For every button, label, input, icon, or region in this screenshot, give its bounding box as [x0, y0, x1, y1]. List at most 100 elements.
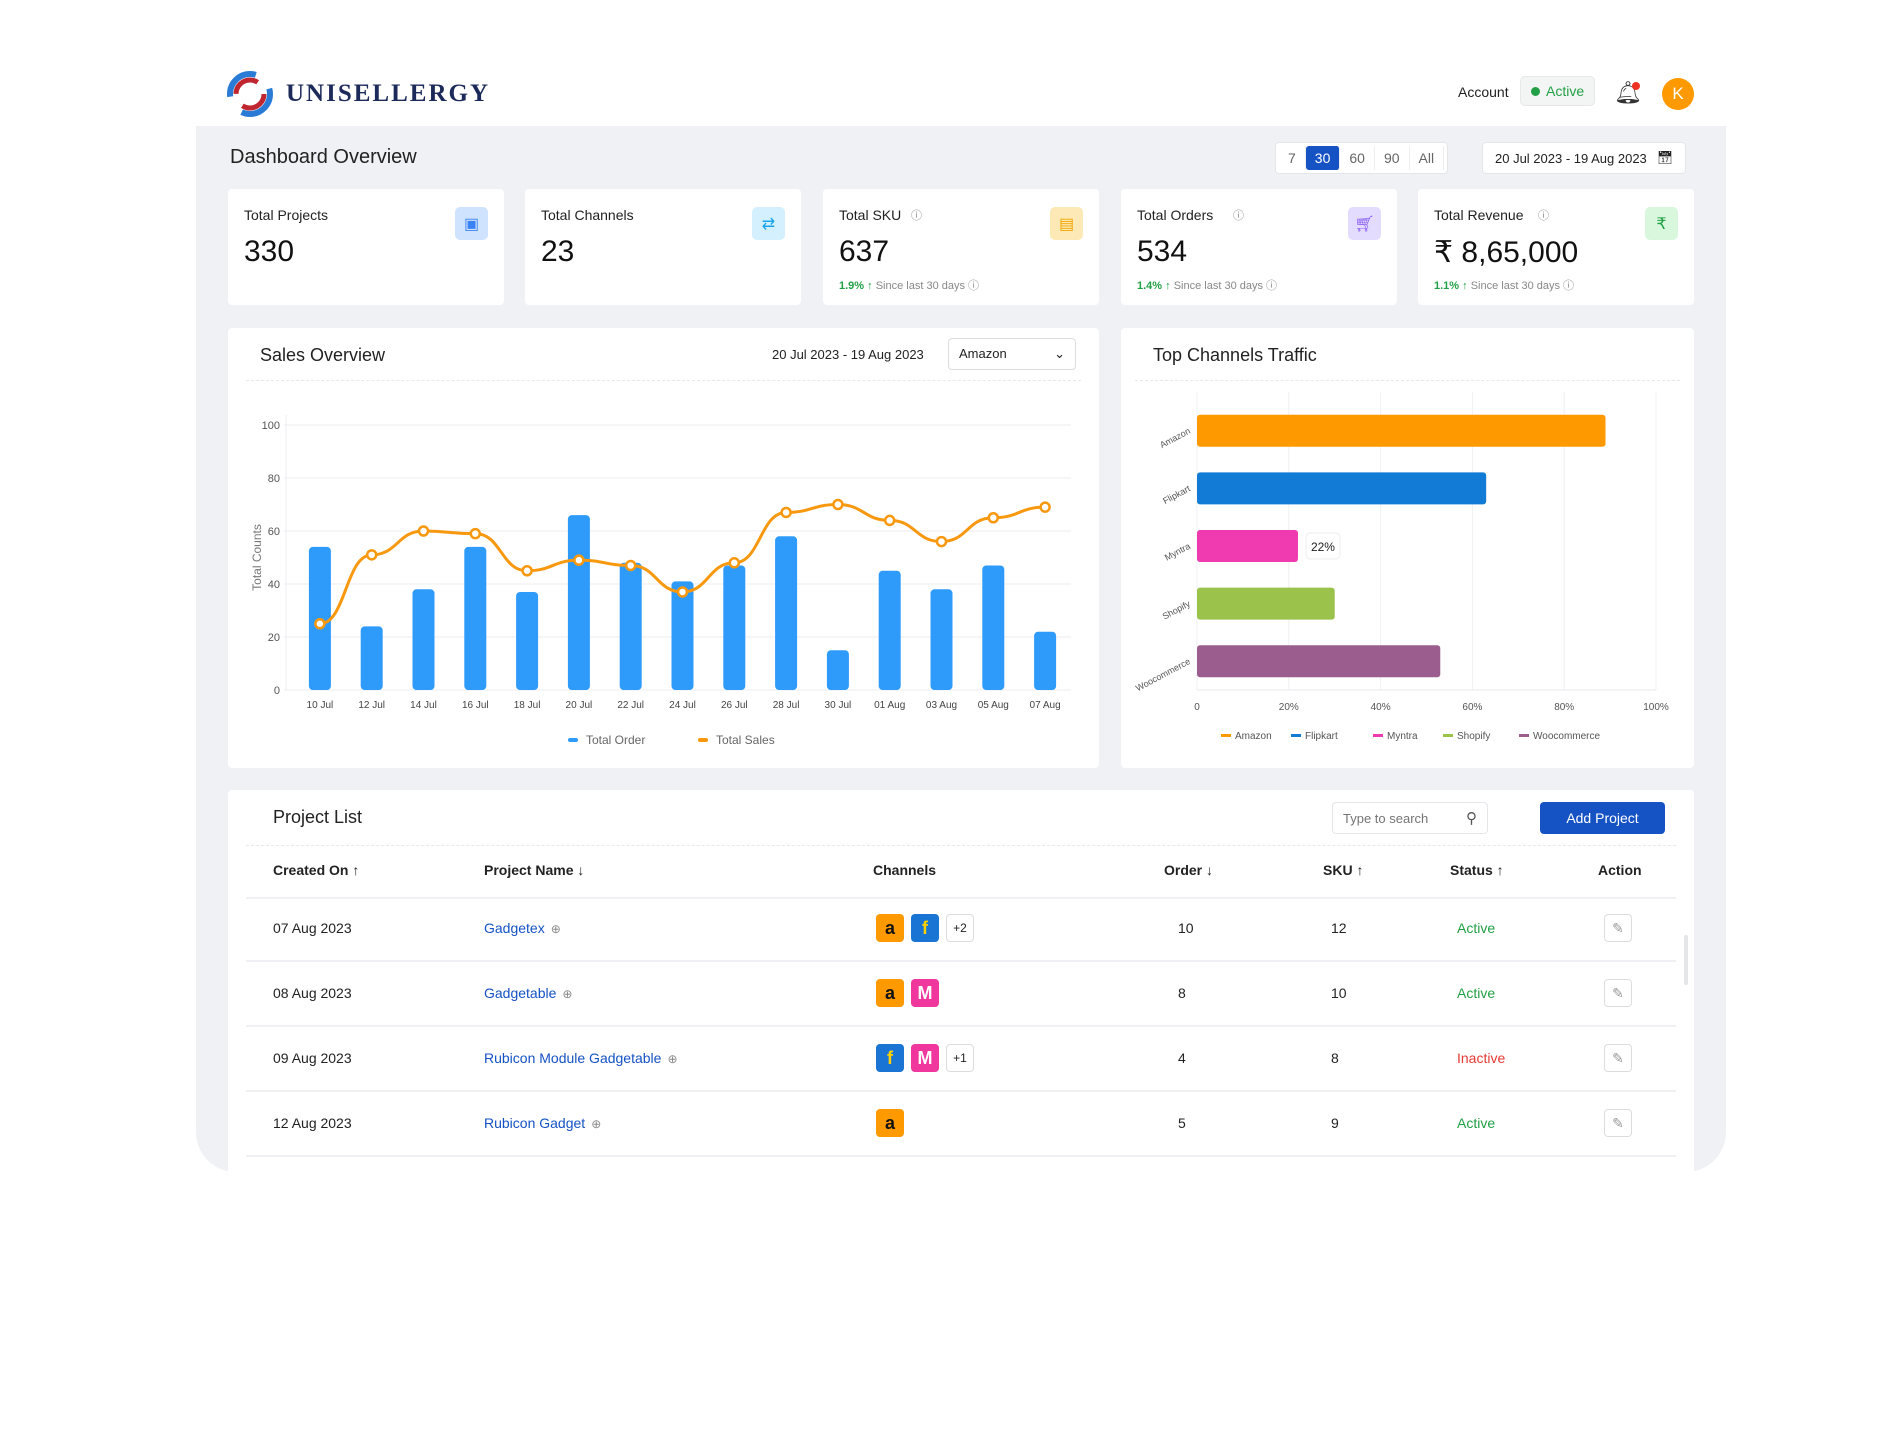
x-tick-label: 100% [1643, 702, 1669, 713]
more-channels-badge[interactable]: +2 [946, 914, 974, 942]
bar-total-order [826, 650, 849, 690]
bar-total-order [878, 570, 901, 690]
legend-swatch [1291, 734, 1301, 737]
stat-label: Total SKU [839, 207, 902, 223]
brand-logo[interactable]: UNISELLERGY [222, 66, 490, 122]
point-total-sales [987, 512, 1000, 524]
account-status-badge[interactable]: Active [1520, 76, 1596, 106]
edit-button[interactable]: ✎ [1604, 1044, 1632, 1072]
x-tick-label: 24 Jul [669, 700, 696, 711]
bar-flipkart [1197, 472, 1487, 505]
column-header[interactable]: Action [1598, 862, 1642, 878]
channel-select[interactable]: Amazon ⌄ [948, 338, 1076, 370]
account-status: Active [1546, 83, 1585, 99]
range-option[interactable]: 7 [1279, 146, 1306, 170]
divider [246, 380, 1081, 381]
divider [1135, 380, 1680, 381]
column-header[interactable]: Order ↓ [1164, 862, 1213, 878]
trend-percent: 1.1% [1434, 280, 1460, 292]
project-name-link[interactable]: Rubicon Module Gadgetable ⊕ [484, 1050, 678, 1066]
column-header[interactable]: Created On ↑ [273, 862, 359, 878]
page-title: Dashboard Overview [230, 146, 417, 168]
status-badge: Active [1457, 1115, 1496, 1131]
column-header[interactable]: Channels [873, 862, 936, 878]
range-option[interactable]: 90 [1375, 146, 1410, 170]
column-header[interactable]: Status ↑ [1450, 862, 1504, 878]
add-project-button[interactable]: Add Project [1540, 802, 1665, 834]
legend-swatch [698, 738, 708, 742]
y-tick-label: Amazon [1158, 426, 1192, 450]
help-icon[interactable]: ⓘ [965, 280, 979, 292]
globe-icon: ⊕ [667, 1052, 678, 1066]
bar-amazon [1197, 414, 1606, 447]
x-tick-label: 01 Aug [874, 700, 905, 711]
account-label: Account [1458, 84, 1509, 100]
y-tick-label: 20 [268, 632, 280, 644]
help-icon[interactable]: ⓘ [1233, 207, 1244, 223]
point-total-sales [314, 618, 326, 630]
flipkart-icon: f [911, 914, 939, 942]
legend-swatch [1519, 734, 1529, 737]
y-tick-label: 40 [268, 579, 280, 591]
stat-label: Total Revenue [1434, 207, 1524, 223]
status-dot-icon [1531, 86, 1540, 96]
project-list-title: Project List [273, 807, 363, 827]
more-channels-badge[interactable]: +1 [946, 1044, 974, 1072]
edit-button[interactable]: ✎ [1604, 914, 1632, 942]
point-total-sales [676, 586, 689, 598]
point-total-sales [624, 559, 637, 572]
range-option[interactable]: All [1410, 146, 1445, 170]
project-name-link[interactable]: Gadgetex ⊕ [484, 920, 561, 936]
project-name-link[interactable]: Gadgetable ⊕ [484, 985, 572, 1001]
column-header[interactable]: Project Name ↓ [484, 862, 584, 878]
stat-card: Total Orders ⓘ 534 🛒︎ 1.4% ↑ Since last 30 d… [1121, 189, 1397, 305]
date-range-picker[interactable]: 20 Jul 2023 - 19 Aug 2023 📅︎ [1482, 142, 1687, 174]
chevron-down-icon: ⌄ [1054, 346, 1065, 361]
channels-icon: ⇄ [752, 207, 785, 240]
range-option[interactable]: 30 [1305, 146, 1341, 170]
trend-caption: Since last 30 days [1173, 280, 1263, 292]
stat-label: Total Orders [1137, 207, 1214, 223]
order-count: 10 [1178, 920, 1194, 936]
flipkart-icon: f [876, 1044, 904, 1072]
y-tick-label: Myntra [1163, 541, 1192, 563]
x-tick-label: 60% [1462, 702, 1482, 713]
search-icon: ⚲ [1466, 810, 1477, 827]
created-date: 12 Aug 2023 [273, 1115, 352, 1131]
range-option[interactable]: 60 [1340, 146, 1375, 170]
stat-trend: 1.9% ↑ Since last 30 days ⓘ [839, 277, 979, 293]
stat-value: 637 [839, 235, 890, 268]
globe-icon: ⊕ [562, 987, 573, 1001]
stat-card: Total Revenue ⓘ ₹ 8,65,000 ₹1.1% ↑ Since la… [1418, 189, 1694, 305]
x-tick-label: 30 Jul [825, 700, 852, 711]
bar-total-order [516, 591, 539, 690]
channel-list: a f +2 [876, 914, 974, 942]
point-total-sales [365, 549, 378, 561]
x-tick-label: 14 Jul [410, 700, 437, 711]
legend-label: Flipkart [1305, 731, 1338, 742]
help-icon[interactable]: ⓘ [1560, 280, 1574, 292]
search-field[interactable]: ⚲ [1332, 802, 1488, 834]
avatar[interactable]: K [1662, 78, 1694, 110]
project-name: Rubicon Gadget [484, 1115, 586, 1131]
help-icon[interactable]: ⓘ [911, 207, 922, 223]
created-date: 09 Aug 2023 [273, 1050, 352, 1066]
stat-value: 330 [244, 235, 295, 268]
search-input[interactable] [1343, 810, 1453, 826]
project-name-link[interactable]: Rubicon Gadget ⊕ [484, 1115, 601, 1131]
created-date: 07 Aug 2023 [273, 920, 352, 936]
edit-button[interactable]: ✎ [1604, 979, 1632, 1007]
column-header[interactable]: SKU ↑ [1323, 862, 1363, 878]
help-icon[interactable]: ⓘ [1263, 280, 1277, 292]
help-icon[interactable]: ⓘ [1538, 207, 1549, 223]
scrollbar[interactable] [1684, 935, 1688, 985]
arrow-up-icon: ↑ [1459, 280, 1471, 292]
bar-total-order [464, 546, 487, 690]
bar-total-order [567, 515, 590, 690]
y-tick-label: Shopify [1161, 598, 1193, 621]
edit-button[interactable]: ✎ [1604, 1109, 1632, 1137]
trend-caption: Since last 30 days [1470, 280, 1560, 292]
bar-total-order [930, 589, 953, 690]
x-tick-label: 80% [1554, 702, 1574, 713]
legend-label: Woocommerce [1533, 731, 1600, 742]
